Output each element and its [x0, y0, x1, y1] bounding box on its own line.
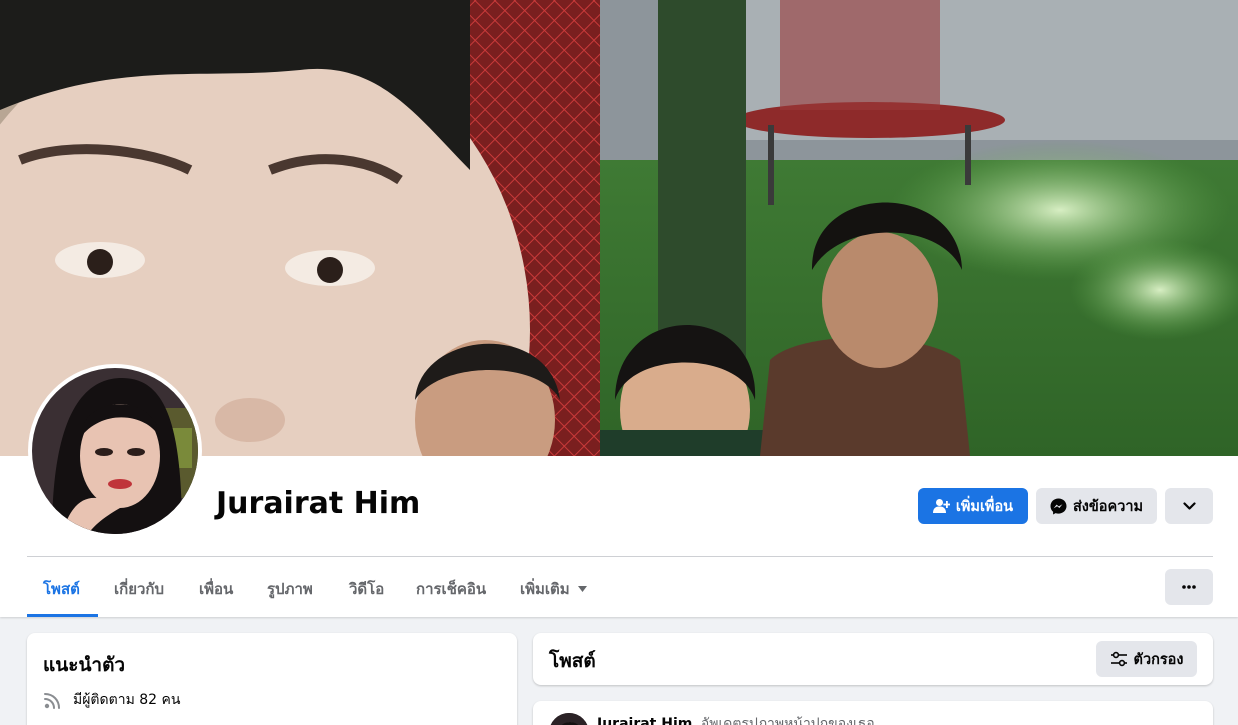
followers-count: มีผู้ติดตาม 82 คน — [73, 692, 181, 708]
posts-header-card: โพสต์ ตัวกรอง — [533, 633, 1213, 685]
message-label: ส่งข้อความ — [1072, 498, 1144, 515]
followers-row: มีผู้ติดตาม 82 คน — [43, 689, 180, 711]
sliders-icon — [1110, 651, 1128, 667]
intro-title: แนะนำตัว — [43, 654, 126, 676]
tab-label: เพื่อน — [199, 579, 234, 598]
tab-videos[interactable]: วิดีโอ — [349, 560, 384, 617]
more-dots-icon — [1182, 585, 1196, 589]
tab-posts[interactable]: โพสต์ — [43, 560, 80, 617]
rss-feed-icon — [43, 690, 63, 710]
tab-label: เพิ่มเติม — [520, 579, 570, 598]
tab-label: การเช็คอิน — [416, 579, 487, 598]
post-author-avatar[interactable] — [549, 713, 589, 725]
posts-title: โพสต์ — [549, 650, 596, 672]
post-author-name[interactable]: Jurairat Him — [597, 716, 692, 725]
active-tab-indicator — [27, 614, 98, 617]
post-action-text: อัพเดตรูปภาพหน้าปกของเธอ — [700, 716, 875, 725]
post-card: Jurairat Him อัพเดตรูปภาพหน้าปกของเธอ — [533, 701, 1213, 725]
tab-about[interactable]: เกี่ยวกับ — [114, 560, 164, 617]
tab-label: โพสต์ — [43, 579, 80, 598]
tab-friends[interactable]: เพื่อน — [199, 560, 233, 617]
message-button[interactable]: ส่งข้อความ — [1036, 488, 1157, 524]
profile-options-button[interactable] — [1165, 488, 1213, 524]
profile-name: Jurairat Him — [216, 486, 421, 521]
tab-more[interactable]: เพิ่มเติม — [520, 560, 587, 617]
filter-label: ตัวกรอง — [1133, 651, 1184, 668]
tab-label: รูปภาพ — [267, 579, 313, 598]
post-header: Jurairat Him อัพเดตรูปภาพหน้าปกของเธอ — [597, 713, 875, 725]
profile-header: Jurairat Him เพิ่มเพื่อน ส่งข้อความ โพสต… — [0, 0, 1238, 617]
tab-photos[interactable]: รูปภาพ — [267, 560, 313, 617]
tab-label: เกี่ยวกับ — [114, 579, 165, 598]
intro-card: แนะนำตัว มีผู้ติดตาม 82 คน — [27, 633, 517, 725]
tab-check-ins[interactable]: การเช็คอิน — [416, 560, 486, 617]
add-friend-button[interactable]: เพิ่มเพื่อน — [918, 488, 1028, 524]
messenger-icon — [1050, 498, 1067, 515]
header-divider — [27, 556, 1213, 557]
add-friend-label: เพิ่มเพื่อน — [955, 498, 1014, 515]
filter-button[interactable]: ตัวกรอง — [1096, 641, 1197, 677]
tab-label: วิดีโอ — [349, 579, 385, 598]
cover-photo[interactable] — [0, 0, 1238, 456]
chevron-down-icon — [1182, 502, 1196, 510]
person-plus-icon — [932, 498, 950, 514]
caret-down-icon — [577, 585, 587, 592]
profile-avatar[interactable] — [28, 364, 202, 538]
more-options-button[interactable] — [1165, 569, 1213, 605]
